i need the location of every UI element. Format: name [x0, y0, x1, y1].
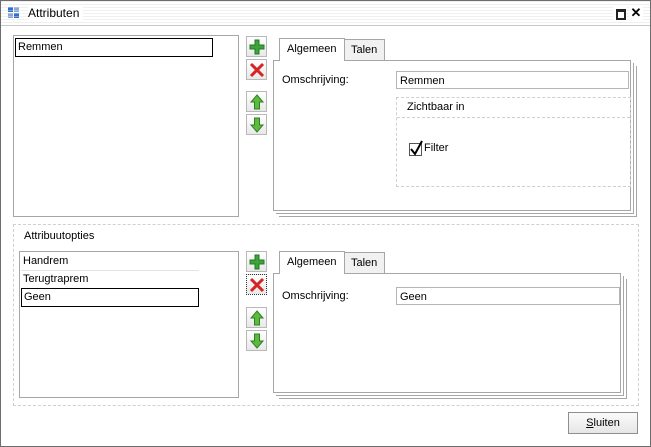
list-item[interactable]: Remmen — [15, 38, 213, 57]
checkmark-icon — [410, 140, 423, 156]
attributes-window: Attributen ✕ Remmen Algemeen Talen Omsch… — [0, 0, 651, 447]
close-button-label: luiten — [593, 417, 620, 429]
delete-x-icon — [249, 62, 265, 78]
maximize-icon[interactable] — [613, 6, 627, 20]
tab-general[interactable]: Algemeen — [279, 251, 345, 274]
list-item[interactable]: Handrem — [21, 253, 199, 271]
delete-attribute-button[interactable] — [246, 59, 267, 80]
arrow-down-icon — [249, 117, 265, 133]
option-tab-panel: Omschrijving: Geen — [273, 273, 621, 393]
list-item[interactable]: Terugtraprem — [21, 271, 199, 289]
description-label: Omschrijving: — [282, 290, 349, 302]
description-value: Remmen — [400, 75, 445, 87]
section-title: Attribuutopties — [24, 230, 95, 242]
close-icon[interactable]: ✕ — [629, 6, 643, 20]
option-list[interactable]: Handrem Terugtraprem Geen — [19, 251, 239, 398]
list-item-label: Remmen — [18, 41, 63, 53]
option-move-down-button[interactable] — [246, 330, 267, 351]
window-client: Remmen Algemeen Talen Omschrijving: Remm… — [1, 26, 650, 446]
attribute-tab-panel: Omschrijving: Remmen Zichtbaar in Filter — [273, 60, 631, 211]
move-up-button[interactable] — [246, 91, 267, 112]
tab-languages[interactable]: Talen — [343, 39, 386, 60]
delete-option-button[interactable] — [246, 274, 267, 295]
move-down-button[interactable] — [246, 114, 267, 135]
tab-general[interactable]: Algemeen — [279, 38, 345, 61]
group-title: Zichtbaar in — [407, 101, 465, 113]
filter-checkbox[interactable] — [409, 140, 423, 156]
list-item[interactable]: Geen — [21, 288, 199, 307]
tab-label: Algemeen — [287, 256, 337, 268]
tab-label: Talen — [351, 44, 378, 56]
add-attribute-button[interactable] — [246, 36, 267, 57]
close-button[interactable]: Sluiten — [568, 412, 638, 434]
visible-in-group: Zichtbaar in Filter — [396, 97, 631, 187]
arrow-down-icon — [249, 333, 265, 349]
window-title: Attributen — [28, 6, 84, 20]
title-bar[interactable]: Attributen ✕ — [1, 1, 650, 26]
group-header: Zichtbaar in — [397, 98, 630, 118]
add-option-button[interactable] — [246, 251, 267, 272]
list-item-label: Terugtraprem — [23, 273, 89, 285]
description-label: Omschrijving: — [282, 74, 349, 86]
tab-label: Talen — [351, 257, 378, 269]
attribute-list[interactable]: Remmen — [13, 35, 239, 217]
arrow-up-icon — [249, 94, 265, 110]
filter-label: Filter — [424, 142, 449, 154]
close-button-mnemonic: S — [586, 417, 594, 429]
list-item-label: Geen — [24, 291, 51, 303]
plus-icon — [249, 254, 265, 270]
plus-icon — [249, 39, 265, 55]
list-item-label: Handrem — [23, 255, 69, 267]
delete-x-icon — [249, 277, 265, 293]
app-grid-icon — [8, 7, 21, 19]
tab-languages[interactable]: Talen — [343, 252, 386, 273]
description-value: Geen — [400, 291, 427, 303]
tab-label: Algemeen — [287, 43, 337, 55]
description-field[interactable]: Geen — [396, 287, 620, 305]
arrow-up-icon — [249, 310, 265, 326]
option-move-up-button[interactable] — [246, 307, 267, 328]
description-field[interactable]: Remmen — [396, 71, 629, 89]
